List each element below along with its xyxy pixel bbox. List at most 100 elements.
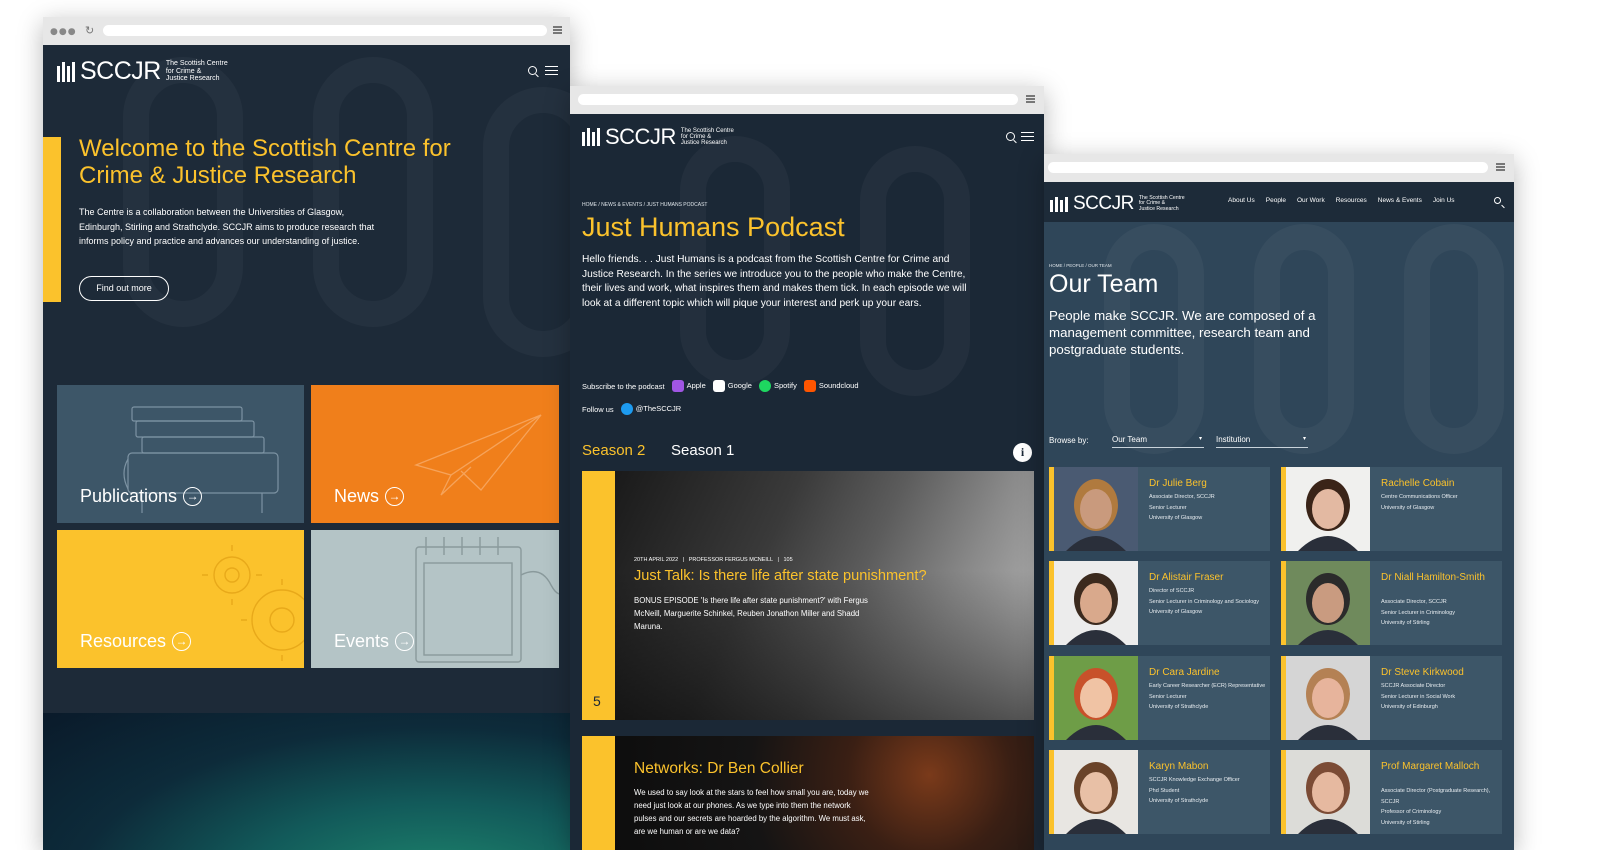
chevron-down-icon: ▾ bbox=[1198, 436, 1202, 442]
spotify-icon bbox=[758, 380, 771, 392]
chevron-down-icon: ▾ bbox=[1302, 436, 1306, 442]
tile-resources-label: Resources bbox=[80, 631, 167, 651]
team-member-name[interactable]: Rachelle Cobain bbox=[1381, 477, 1499, 490]
team-member-card[interactable]: Prof Margaret Malloch Associate Director … bbox=[1281, 750, 1502, 834]
logo-wordmark: SCCJR bbox=[605, 124, 676, 149]
google-podcasts-link[interactable]: Google bbox=[712, 380, 752, 392]
subscribe-label: Subscribe to the podcast bbox=[582, 381, 665, 391]
episode-card[interactable]: Networks: Dr Ben Collier We used to say … bbox=[582, 736, 1034, 850]
team-member-name[interactable]: Dr Niall Hamilton-Smith bbox=[1381, 571, 1499, 584]
address-bar[interactable] bbox=[578, 94, 1018, 105]
nav-about-us[interactable]: About Us bbox=[1228, 197, 1255, 204]
info-icon[interactable]: i bbox=[1013, 443, 1032, 462]
browse-label: Browse by: bbox=[1049, 436, 1089, 445]
team-member-card[interactable]: Dr Alistair Fraser Director of SCCJR Seni… bbox=[1049, 561, 1270, 645]
team-member-photo bbox=[1281, 561, 1370, 645]
tab-season-2[interactable]: Season 2 bbox=[582, 442, 645, 459]
team-member-name[interactable]: Dr Alistair Fraser bbox=[1149, 571, 1267, 584]
team-member-card[interactable]: Dr Julie Berg Associate Director, SCCJR S… bbox=[1049, 467, 1270, 551]
page-title: Our Team bbox=[1049, 270, 1159, 298]
nav-join-us[interactable]: Join Us bbox=[1433, 197, 1455, 204]
tile-resources[interactable]: Resources → bbox=[57, 530, 304, 668]
episode-title[interactable]: Just Talk: Is there life after state pun… bbox=[634, 568, 1024, 584]
hero-body: The Centre is a collaboration between th… bbox=[79, 207, 375, 247]
arrow-right-circle-icon: → bbox=[172, 632, 192, 651]
spotify-link[interactable]: Spotify bbox=[758, 380, 797, 392]
team-member-photo bbox=[1281, 750, 1370, 834]
team-member-photo bbox=[1281, 467, 1370, 551]
page-title: Just Humans Podcast bbox=[582, 212, 845, 242]
browser-window-podcast: SCCJR The Scottish Centre for Crime & Ju… bbox=[570, 86, 1044, 850]
address-bar[interactable] bbox=[1048, 162, 1488, 173]
team-member-photo bbox=[1049, 656, 1138, 740]
episode-card[interactable]: 20TH APRIL 2022 | PROFESSOR FERGUS MCNEI… bbox=[582, 471, 1034, 720]
follow-row: Follow us @TheSCCJR bbox=[582, 403, 681, 415]
episode-description: BONUS EPISODE 'Is there life after state… bbox=[634, 596, 868, 631]
hero-accent-bar bbox=[43, 137, 61, 302]
subscribe-row: Subscribe to the podcast Apple Google Sp… bbox=[582, 380, 859, 392]
filter-team-select[interactable]: Our Team ▾ bbox=[1112, 435, 1204, 448]
team-member-name[interactable]: Dr Cara Jardine bbox=[1149, 666, 1267, 679]
nav-people[interactable]: People bbox=[1266, 197, 1286, 204]
reload-icon[interactable]: ↻ bbox=[85, 24, 94, 37]
logo-mark-icon bbox=[57, 61, 75, 82]
soundcloud-link[interactable]: Soundcloud bbox=[803, 380, 859, 392]
team-member-card[interactable]: Dr Niall Hamilton-Smith Associate Directo… bbox=[1281, 561, 1502, 645]
team-member-role: Associate Director, SCCJR Senior Lecture… bbox=[1149, 494, 1215, 521]
twitter-link[interactable]: @TheSCCJR bbox=[620, 403, 681, 415]
team-member-card[interactable]: Dr Cara Jardine Early Career Researcher (… bbox=[1049, 656, 1270, 740]
nav-news-events[interactable]: News & Events bbox=[1378, 197, 1422, 204]
tile-events-label: Events bbox=[334, 631, 390, 651]
team-member-name[interactable]: Prof Margaret Malloch bbox=[1381, 760, 1499, 773]
search-icon[interactable] bbox=[528, 66, 537, 75]
menu-icon[interactable] bbox=[1021, 132, 1034, 141]
team-member-photo bbox=[1049, 750, 1138, 834]
browser-menu-icon[interactable] bbox=[1026, 95, 1035, 103]
team-member-photo bbox=[1049, 561, 1138, 645]
browser-menu-icon[interactable] bbox=[553, 26, 562, 34]
nav-resources[interactable]: Resources bbox=[1336, 197, 1367, 204]
filter-institution-select[interactable]: Institution ▾ bbox=[1216, 435, 1308, 448]
logo-wordmark: SCCJR bbox=[80, 57, 161, 85]
site-logo[interactable]: SCCJR The Scottish Centre for Crime & Ju… bbox=[1050, 193, 1185, 215]
team-member-role: SCCJR Associate Director Senior Lecturer… bbox=[1381, 683, 1456, 710]
background-pattern bbox=[313, 57, 433, 327]
breadcrumb: HOME / NEWS & EVENTS / JUST HUMANS PODCA… bbox=[582, 202, 708, 208]
search-icon[interactable] bbox=[1494, 197, 1501, 204]
tile-events[interactable]: Events → bbox=[311, 530, 559, 668]
tile-news-label: News bbox=[334, 486, 380, 506]
apple-podcasts-link[interactable]: Apple bbox=[671, 380, 706, 392]
background-pattern bbox=[483, 87, 570, 357]
tab-season-1[interactable]: Season 1 bbox=[671, 442, 734, 459]
site-logo[interactable]: SCCJR The Scottish Centre for Crime & Ju… bbox=[57, 57, 228, 86]
team-member-card[interactable]: Karyn Mabon SCCJR Knowledge Exchange Offi… bbox=[1049, 750, 1270, 834]
address-bar[interactable] bbox=[103, 25, 547, 36]
logo-tagline: The Scottish Centre for Crime & Justice … bbox=[1138, 194, 1185, 212]
tile-news[interactable]: News → bbox=[311, 385, 559, 523]
episode-title[interactable]: Networks: Dr Ben Collier bbox=[634, 760, 804, 778]
team-member-photo bbox=[1049, 467, 1138, 551]
browser-menu-icon[interactable] bbox=[1496, 163, 1505, 171]
team-member-role: Centre Communications Officer University… bbox=[1381, 494, 1458, 511]
episode-meta: 20TH APRIL 2022 | PROFESSOR FERGUS MCNEI… bbox=[634, 557, 793, 563]
team-member-role: Director of SCCJR Senior Lecturer in Cri… bbox=[1149, 588, 1260, 615]
find-out-more-button[interactable]: Find out more bbox=[79, 276, 169, 301]
team-member-card[interactable]: Rachelle Cobain Centre Communications Off… bbox=[1281, 467, 1502, 551]
search-icon[interactable] bbox=[1006, 132, 1015, 141]
twitter-icon bbox=[620, 403, 633, 415]
menu-icon[interactable] bbox=[545, 66, 558, 75]
episode-description: We used to say look at the stars to feel… bbox=[634, 788, 869, 836]
nav-our-work[interactable]: Our Work bbox=[1297, 197, 1325, 204]
team-member-name[interactable]: Dr Julie Berg bbox=[1149, 477, 1267, 490]
window-dots-icon: ●●● bbox=[50, 27, 77, 37]
team-member-name[interactable]: Dr Steve Kirkwood bbox=[1381, 666, 1499, 679]
site-logo[interactable]: SCCJR The Scottish Centre for Crime & Ju… bbox=[582, 124, 734, 150]
logo-tagline: The Scottish Centre for Crime & Justice … bbox=[165, 60, 228, 83]
arrow-right-circle-icon: → bbox=[183, 487, 203, 506]
main-nav: About Us People Our Work Resources News … bbox=[1228, 197, 1455, 204]
tile-publications[interactable]: Publications → bbox=[57, 385, 304, 523]
team-member-name[interactable]: Karyn Mabon bbox=[1149, 760, 1267, 773]
team-member-role: Associate Director, SCCJR Senior Lecture… bbox=[1381, 599, 1455, 626]
team-member-card[interactable]: Dr Steve Kirkwood SCCJR Associate Directo… bbox=[1281, 656, 1502, 740]
google-podcasts-icon bbox=[712, 380, 725, 392]
